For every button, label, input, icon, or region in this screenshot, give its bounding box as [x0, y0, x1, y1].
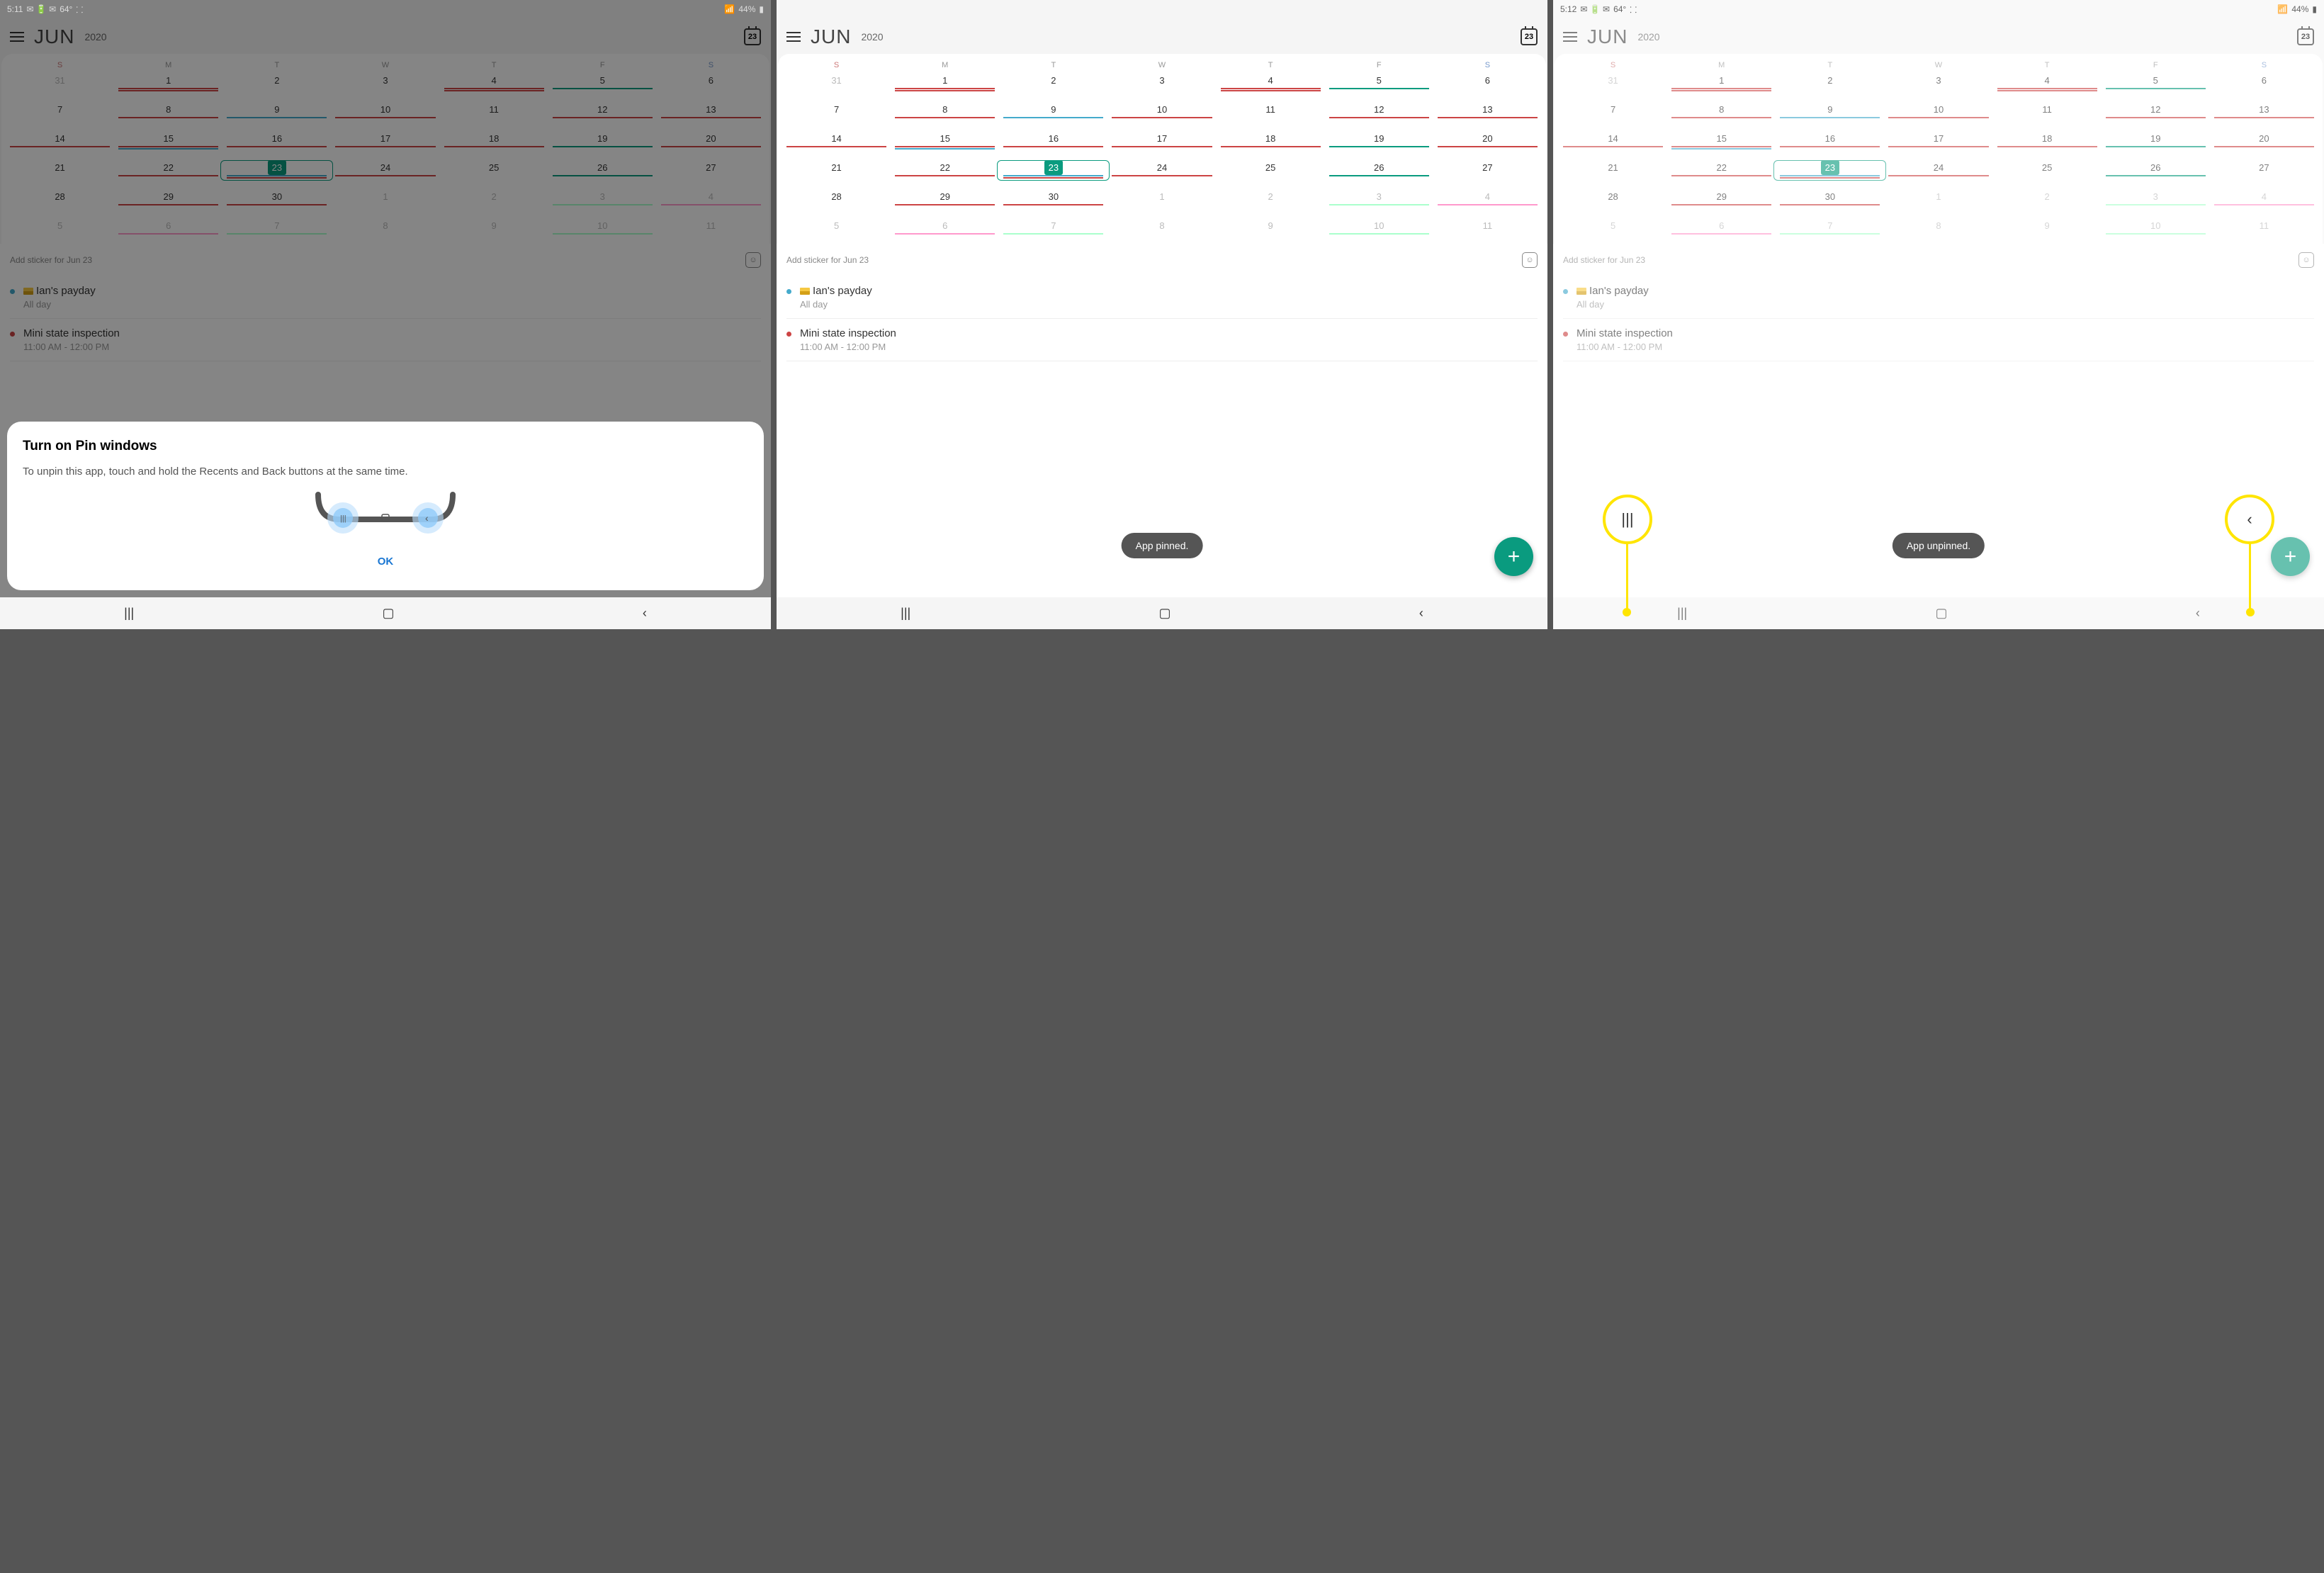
callout-dot	[2246, 608, 2255, 616]
day-cell[interactable]: 3	[1107, 75, 1216, 91]
nav-back[interactable]: ‹	[643, 606, 647, 621]
days-grid[interactable]: 3112345678910111213141516171819202122232…	[782, 75, 1542, 237]
day-cell[interactable]: 23	[999, 162, 1107, 179]
day-cell[interactable]: 13	[1433, 104, 1542, 120]
header-month: JUN	[811, 26, 851, 48]
nav-home[interactable]: ▢	[1159, 606, 1171, 621]
status-bar: 5:11✉ 🔋 ✉64°⸬ 📶44%▮	[0, 0, 771, 18]
day-cell[interactable]: 18	[1217, 133, 1325, 150]
nav-bar: ||| ▢ ‹	[777, 597, 1547, 629]
dialog-body: To unpin this app, touch and hold the Re…	[23, 464, 748, 480]
day-cell[interactable]: 27	[1433, 162, 1542, 179]
day-cell[interactable]: 19	[1325, 133, 1433, 150]
svg-text:|||: |||	[340, 514, 346, 523]
icons: ✉ 🔋 ✉	[26, 4, 56, 14]
day-cell[interactable]: 7	[999, 220, 1107, 237]
event-time: 11:00 AM - 12:00 PM	[800, 342, 896, 352]
day-cell[interactable]: 14	[782, 133, 891, 150]
nav-recents[interactable]: |||	[124, 606, 134, 621]
day-cell[interactable]: 11	[1217, 104, 1325, 120]
event-dot	[786, 289, 791, 294]
day-cell[interactable]: 2	[999, 75, 1107, 91]
day-cell[interactable]: 2	[1217, 191, 1325, 208]
highlight-back-button[interactable]: ‹	[2225, 495, 2274, 544]
nav-recents[interactable]: |||	[901, 606, 910, 621]
event-time: All day	[800, 299, 872, 310]
day-cell[interactable]: 8	[891, 104, 999, 120]
day-cell[interactable]: 5	[1325, 75, 1433, 91]
day-cell[interactable]: 4	[1217, 75, 1325, 91]
toast-unpinned: App unpinned.	[1893, 533, 1985, 558]
event-dot	[786, 332, 791, 337]
day-cell[interactable]: 6	[1433, 75, 1542, 91]
event-title: Ian's payday	[800, 285, 872, 297]
wifi-icon: 📶	[724, 4, 735, 14]
day-cell[interactable]: 8	[1107, 220, 1216, 237]
day-cell[interactable]: 4	[1433, 191, 1542, 208]
event-item[interactable]: Ian's payday All day	[786, 276, 1538, 319]
phone-screen-3: 5:12✉ 🔋 ✉64°⸬ 📶44%▮ JUN 2020 23 SMTWTFS …	[1553, 0, 2324, 629]
day-cell[interactable]: 29	[891, 191, 999, 208]
nav-back[interactable]: ‹	[1419, 606, 1423, 621]
today-icon[interactable]: 23	[1521, 28, 1538, 45]
day-cell[interactable]: 26	[1325, 162, 1433, 179]
toast-pinned: App pinned.	[1122, 533, 1203, 558]
day-cell[interactable]: 22	[891, 162, 999, 179]
day-cell[interactable]: 7	[782, 104, 891, 120]
status-time: 5:11	[7, 4, 23, 14]
menu-icon[interactable]	[786, 29, 801, 45]
header-year: 2020	[861, 31, 883, 43]
day-cell[interactable]: 30	[999, 191, 1107, 208]
sticker-icon[interactable]: ☺	[1522, 252, 1538, 268]
dialog-ok-button[interactable]: OK	[23, 550, 748, 573]
callout-line	[2249, 539, 2251, 614]
dow-row: SMTWTFS	[782, 61, 1542, 75]
status-temp: 64°	[60, 4, 72, 14]
day-cell[interactable]: 11	[1433, 220, 1542, 237]
event-title: Mini state inspection	[800, 327, 896, 339]
svg-text:‹: ‹	[425, 512, 429, 524]
nav-home[interactable]: ▢	[383, 606, 395, 621]
add-event-fab[interactable]: +	[1494, 537, 1533, 576]
day-cell[interactable]: 25	[1217, 162, 1325, 179]
day-cell[interactable]: 5	[782, 220, 891, 237]
day-cell[interactable]: 28	[782, 191, 891, 208]
day-cell[interactable]: 10	[1325, 220, 1433, 237]
day-cell[interactable]: 9	[999, 104, 1107, 120]
day-cell[interactable]: 20	[1433, 133, 1542, 150]
dialog-title: Turn on Pin windows	[23, 439, 748, 454]
status-battery: 44%	[738, 4, 755, 14]
day-cell[interactable]: 31	[782, 75, 891, 91]
day-cell[interactable]: 24	[1107, 162, 1216, 179]
battery-icon: ▮	[759, 4, 764, 14]
day-cell[interactable]: 1	[1107, 191, 1216, 208]
event-item[interactable]: Mini state inspection 11:00 AM - 12:00 PM	[786, 319, 1538, 361]
day-cell[interactable]: 16	[999, 133, 1107, 150]
nav-bar: ||| ▢ ‹	[0, 597, 771, 629]
day-cell[interactable]: 10	[1107, 104, 1216, 120]
day-cell[interactable]: 3	[1325, 191, 1433, 208]
day-cell[interactable]: 12	[1325, 104, 1433, 120]
day-cell[interactable]: 9	[1217, 220, 1325, 237]
day-cell[interactable]: 17	[1107, 133, 1216, 150]
sticker-row[interactable]: Add sticker for Jun 23☺	[777, 244, 1547, 276]
pin-dialog: Turn on Pin windows To unpin this app, t…	[7, 422, 764, 590]
day-cell[interactable]: 15	[891, 133, 999, 150]
callout-dot	[1623, 608, 1631, 616]
callout-line	[1626, 539, 1628, 614]
phone-screen-1: 5:11✉ 🔋 ✉64°⸬ 📶44%▮ JUN 2020 23 SMTWTFS …	[0, 0, 771, 629]
credit-card-icon	[800, 288, 810, 295]
highlight-recents-button[interactable]: |||	[1603, 495, 1652, 544]
day-cell[interactable]: 21	[782, 162, 891, 179]
calendar-grid: SMTWTFS 31123456789101112131415161718192…	[778, 54, 1546, 244]
day-cell[interactable]: 1	[891, 75, 999, 91]
day-cell[interactable]: 6	[891, 220, 999, 237]
header: JUN 2020 23	[777, 18, 1547, 54]
dialog-illustration: ||| ‹	[23, 491, 748, 537]
phone-screen-2: x JUN 2020 23 SMTWTFS 311234567891011121…	[777, 0, 1547, 629]
